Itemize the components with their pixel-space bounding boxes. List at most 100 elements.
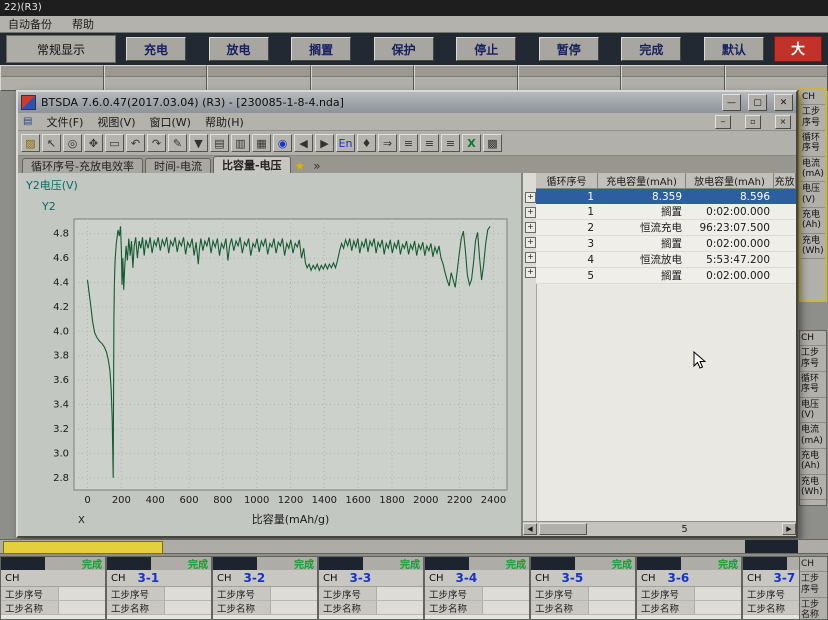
svg-text:1000: 1000 xyxy=(244,495,269,506)
menu-1[interactable]: 视图(V) xyxy=(97,114,135,130)
step-row-3[interactable]: 3 搁置 0:02:00.000 xyxy=(536,236,796,252)
titlebar[interactable]: BTSDA 7.6.0.47(2017.03.04) (R3) - [23008… xyxy=(18,92,796,113)
channel-id-row: CH 3-5 xyxy=(531,570,635,587)
table-hscrollbar[interactable]: ◀ 5 ▶ xyxy=(523,521,796,536)
channel-cell-top-0[interactable] xyxy=(0,65,104,91)
menu-2[interactable]: 窗口(W) xyxy=(149,114,190,130)
channel-cell-top-1[interactable] xyxy=(103,65,207,91)
globe-icon[interactable]: ◉ xyxy=(273,134,292,152)
folder-icon[interactable]: ▤ xyxy=(210,134,229,152)
col-charge-capacity[interactable]: 充电容量(mAh) xyxy=(598,173,686,189)
bottom-channel-cell-partial[interactable]: 完成 CH 工步序号 工步名称 xyxy=(0,556,106,620)
step-row-4[interactable]: 4 恒流放电 5:53:47.200 xyxy=(536,252,796,268)
menu-0[interactable]: 文件(F) xyxy=(46,114,83,130)
bottom-channel-cell-3-6[interactable]: 完成 CH 3-6 工步序号 工步名称 xyxy=(636,556,742,620)
expand-plus-icon[interactable]: + xyxy=(525,207,536,218)
col-discharge-capacity[interactable]: 放电容量(mAh) xyxy=(686,173,774,189)
btsda-window: BTSDA 7.6.0.47(2017.03.04) (R3) - [23008… xyxy=(16,90,798,538)
info-label: 工步序号 xyxy=(323,589,362,601)
control-button-6[interactable]: 完成 xyxy=(621,37,682,61)
bottom-channel-cell-3-3[interactable]: 完成 CH 3-3 工步序号 工步名称 xyxy=(318,556,424,620)
control-button-3[interactable]: 保护 xyxy=(373,37,434,61)
pan-icon[interactable]: ✥ xyxy=(84,134,103,152)
bottom-channel-cell-3-1[interactable]: 完成 CH 3-1 工步序号 工步名称 xyxy=(106,556,212,620)
channel-info-row-1: 工步名称 xyxy=(637,601,741,615)
control-button-0[interactable]: 充电 xyxy=(126,37,186,61)
marker-icon[interactable]: ♦ xyxy=(357,134,376,152)
list-icon[interactable]: ≡ xyxy=(399,134,418,152)
bottom-channel-cell-3-5[interactable]: 完成 CH 3-5 工步序号 工步名称 xyxy=(530,556,636,620)
col-cycle[interactable]: 循环序号 xyxy=(536,173,598,189)
app-hscroll-thumb[interactable] xyxy=(3,541,163,554)
undo-icon[interactable]: ↶ xyxy=(126,134,145,152)
forward-icon[interactable]: ▶ xyxy=(315,134,334,152)
language-icon[interactable]: En xyxy=(336,134,355,152)
background-menubar: 自动备份 帮助 xyxy=(0,16,828,33)
mdi-minimize-button[interactable]: ‒ xyxy=(715,114,731,129)
col-efficiency-partial[interactable]: 充放 xyxy=(774,173,796,189)
back-icon[interactable]: ◀ xyxy=(294,134,313,152)
channel-id-row: CH xyxy=(1,570,105,587)
control-button-1[interactable]: 放电 xyxy=(208,37,269,61)
step-row-2[interactable]: 2 恒流充电 96:23:07.500 xyxy=(536,220,796,236)
zoom-icon[interactable]: ◎ xyxy=(63,134,82,152)
control-button-4[interactable]: 停止 xyxy=(456,37,517,61)
cursor-icon[interactable]: ↖ xyxy=(42,134,61,152)
pen-icon[interactable]: ✎ xyxy=(168,134,187,152)
big-red-button[interactable]: 大 xyxy=(774,36,822,62)
maximize-button[interactable]: ▢ xyxy=(748,94,767,111)
expand-plus-icon[interactable]: + xyxy=(525,237,536,248)
scroll-right-arrow[interactable]: ▶ xyxy=(782,523,796,535)
desktop-menu-1[interactable]: 帮助 xyxy=(72,16,94,32)
filter-icon[interactable]: ▼ xyxy=(189,134,208,152)
info-label: 工步序号 xyxy=(747,589,786,601)
save-icon[interactable]: ▥ xyxy=(231,134,250,152)
channel-bottom-strip xyxy=(425,615,529,619)
bottom-channel-cell-3-2[interactable]: 完成 CH 3-2 工步序号 工步名称 xyxy=(212,556,318,620)
open-file-icon[interactable]: ▨ xyxy=(21,134,40,152)
side-item-0: CH xyxy=(801,90,825,106)
control-button-7[interactable]: 默认 xyxy=(703,37,764,61)
channel-cell-top-4[interactable] xyxy=(414,65,518,91)
side-item-1: 工步序号 xyxy=(801,105,825,132)
minimize-button[interactable]: — xyxy=(722,94,741,111)
channel-cell-top-5[interactable] xyxy=(517,65,621,91)
control-button-2[interactable]: 搁置 xyxy=(291,37,352,61)
step-row-1[interactable]: 1 搁置 0:02:00.000 xyxy=(536,204,796,220)
status-dark-block xyxy=(531,557,575,570)
svg-text:4.2: 4.2 xyxy=(53,302,69,313)
control-button-5[interactable]: 暂停 xyxy=(538,37,599,61)
grid-icon[interactable]: ▩ xyxy=(483,134,502,152)
app-icon xyxy=(21,95,36,110)
report-icon[interactable]: ▦ xyxy=(252,134,271,152)
info-value xyxy=(58,601,105,614)
chart-svg[interactable]: 4.8 4.6 4.4 4.2 4.0 3.8 3.6 3.4 3.2 3.0 2.8 0 200 400… xyxy=(18,173,521,533)
hscroll-thumb[interactable] xyxy=(539,523,587,535)
mdi-restore-button[interactable]: ▫ xyxy=(745,114,761,129)
channel-cell-top-6[interactable] xyxy=(621,65,725,91)
step-row-5[interactable]: 5 搁置 0:02:00.000 xyxy=(536,268,796,284)
channel-cell-top-2[interactable] xyxy=(207,65,311,91)
list-right-icon[interactable]: ≡ xyxy=(441,134,460,152)
bottom-channel-cell-3-4[interactable]: 完成 CH 3-4 工步序号 工步名称 xyxy=(424,556,530,620)
expand-plus-icon[interactable]: + xyxy=(525,192,536,203)
jump-icon[interactable]: ⇒ xyxy=(378,134,397,152)
scroll-left-arrow[interactable]: ◀ xyxy=(523,523,537,535)
channel-cell-header xyxy=(1,66,103,77)
expand-plus-icon[interactable]: + xyxy=(525,222,536,233)
close-button[interactable]: ✕ xyxy=(774,94,793,111)
channel-info-row-1: 工步名称 xyxy=(425,601,529,615)
channel-cell-top-3[interactable] xyxy=(310,65,414,91)
cycle-row-selected[interactable]: 1 8.359 8.596 xyxy=(536,189,796,204)
region-select-icon[interactable]: ▭ xyxy=(105,134,124,152)
display-mode-label[interactable]: 常规显示 xyxy=(6,35,116,63)
expand-plus-icon[interactable]: + xyxy=(525,252,536,263)
menu-3[interactable]: 帮助(H) xyxy=(205,114,244,130)
app-hscrollbar[interactable] xyxy=(0,539,828,554)
redo-icon[interactable]: ↷ xyxy=(147,134,166,152)
desktop-menu-0[interactable]: 自动备份 xyxy=(8,16,52,32)
excel-export-icon[interactable]: X xyxy=(462,134,481,152)
mdi-close-button[interactable]: × xyxy=(775,114,791,129)
expand-plus-icon[interactable]: + xyxy=(525,267,536,278)
list-left-icon[interactable]: ≡ xyxy=(420,134,439,152)
